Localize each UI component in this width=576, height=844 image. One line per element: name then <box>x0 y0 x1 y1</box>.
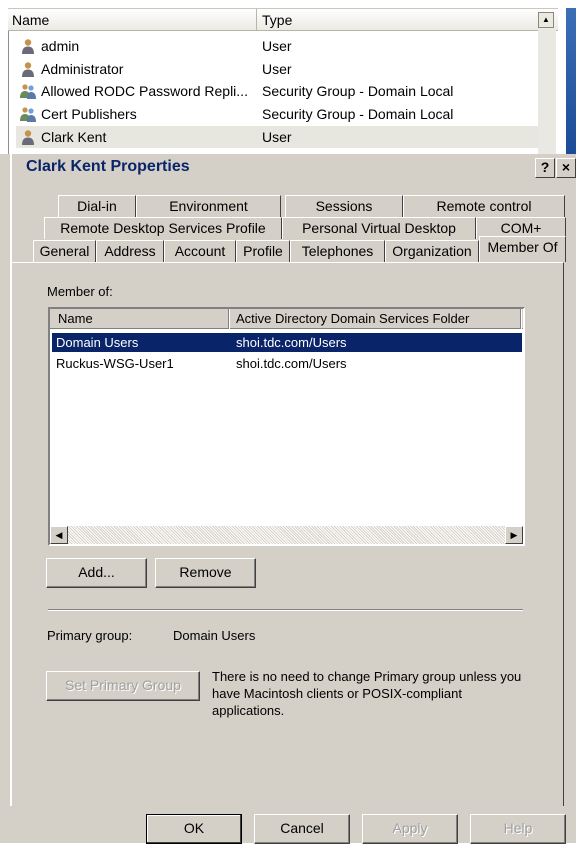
column-separator[interactable] <box>520 309 522 329</box>
column-header-type[interactable]: Type <box>262 12 292 28</box>
dialog-left-edge <box>0 154 10 843</box>
column-header-name[interactable]: Name <box>58 311 93 326</box>
tab-dial-in[interactable]: Dial-in <box>58 195 136 217</box>
list-item-selected[interactable]: Clark Kent User <box>16 126 538 148</box>
user-icon <box>22 39 34 54</box>
primary-group-note: There is no need to change Primary group… <box>212 669 522 718</box>
member-of-row[interactable]: Ruckus-WSG-User1 shoi.tdc.com/Users <box>52 354 522 373</box>
tab-address[interactable]: Address <box>96 240 164 262</box>
list-item[interactable]: Allowed RODC Password Repli... Security … <box>16 80 538 102</box>
group-icon <box>20 107 36 122</box>
column-header-name[interactable]: Name <box>12 12 49 28</box>
list-item[interactable]: Administrator User <box>16 58 538 80</box>
add-button[interactable]: Add... <box>46 558 147 588</box>
item-type: Security Group - Domain Local <box>262 106 454 122</box>
group-folder: shoi.tdc.com/Users <box>236 335 347 350</box>
remove-button[interactable]: Remove <box>155 558 256 588</box>
group-name: Ruckus-WSG-User1 <box>56 356 174 371</box>
help-question-icon[interactable]: ? <box>535 158 555 178</box>
scroll-left-arrow-icon[interactable]: ◀ <box>50 526 68 544</box>
item-name: Administrator <box>41 61 124 77</box>
apply-button[interactable]: Apply <box>362 814 458 844</box>
cancel-button[interactable]: Cancel <box>254 814 350 844</box>
tab-member-of[interactable]: Member Of <box>479 236 566 262</box>
item-type: User <box>262 38 292 54</box>
column-header-folder[interactable]: Active Directory Domain Services Folder <box>236 311 469 326</box>
item-name: admin <box>41 38 80 54</box>
item-type: User <box>262 129 292 145</box>
tab-sessions[interactable]: Sessions <box>285 195 403 217</box>
tab-personal-virtual-desktop[interactable]: Personal Virtual Desktop <box>282 217 476 239</box>
set-primary-group-button[interactable]: Set Primary Group <box>46 671 200 701</box>
user-icon <box>22 62 34 77</box>
tab-account[interactable]: Account <box>164 240 236 262</box>
tab-general[interactable]: General <box>33 240 96 262</box>
horizontal-scrollbar[interactable] <box>50 526 523 544</box>
column-separator[interactable] <box>228 309 230 329</box>
help-button[interactable]: Help <box>470 814 566 844</box>
users-list-header: Name Type <box>8 8 558 31</box>
item-type: Security Group - Domain Local <box>262 83 454 99</box>
group-name: Domain Users <box>56 335 139 350</box>
tab-organization[interactable]: Organization <box>385 240 479 262</box>
tab-profile[interactable]: Profile <box>236 240 290 262</box>
item-name: Cert Publishers <box>41 106 137 122</box>
list-item[interactable]: Cert Publishers Security Group - Domain … <box>16 103 538 125</box>
group-folder: shoi.tdc.com/Users <box>236 356 347 371</box>
member-of-row-selected[interactable]: Domain Users shoi.tdc.com/Users <box>52 333 522 352</box>
scroll-right-arrow-icon[interactable]: ▶ <box>505 526 523 544</box>
member-of-label: Member of: <box>47 284 113 299</box>
list-item[interactable]: admin User <box>16 35 538 57</box>
dialog-title: Clark Kent Properties <box>26 158 190 175</box>
item-name: Clark Kent <box>41 129 107 145</box>
tab-remote-desktop-services-profile[interactable]: Remote Desktop Services Profile <box>44 217 282 239</box>
member-of-list-header: Name Active Directory Domain Services Fo… <box>50 309 523 329</box>
group-icon <box>20 84 36 99</box>
close-icon[interactable]: × <box>556 158 576 178</box>
vertical-scrollbar[interactable] <box>538 30 556 158</box>
primary-group-value: Domain Users <box>173 628 256 643</box>
user-icon <box>22 130 34 145</box>
scroll-up-button[interactable]: ▲ <box>538 12 554 28</box>
tab-environment[interactable]: Environment <box>136 195 281 217</box>
primary-group-label: Primary group: <box>47 628 133 643</box>
item-type: User <box>262 61 292 77</box>
column-separator[interactable] <box>256 9 257 30</box>
ok-button[interactable]: OK <box>146 814 242 844</box>
background-window-edge <box>566 8 576 158</box>
item-name: Allowed RODC Password Repli... <box>41 83 248 99</box>
divider <box>48 609 523 611</box>
tab-remote-control[interactable]: Remote control <box>403 195 565 217</box>
dialog-titlebar[interactable]: Clark Kent Properties ? × <box>12 154 576 182</box>
tab-telephones[interactable]: Telephones <box>290 240 385 262</box>
